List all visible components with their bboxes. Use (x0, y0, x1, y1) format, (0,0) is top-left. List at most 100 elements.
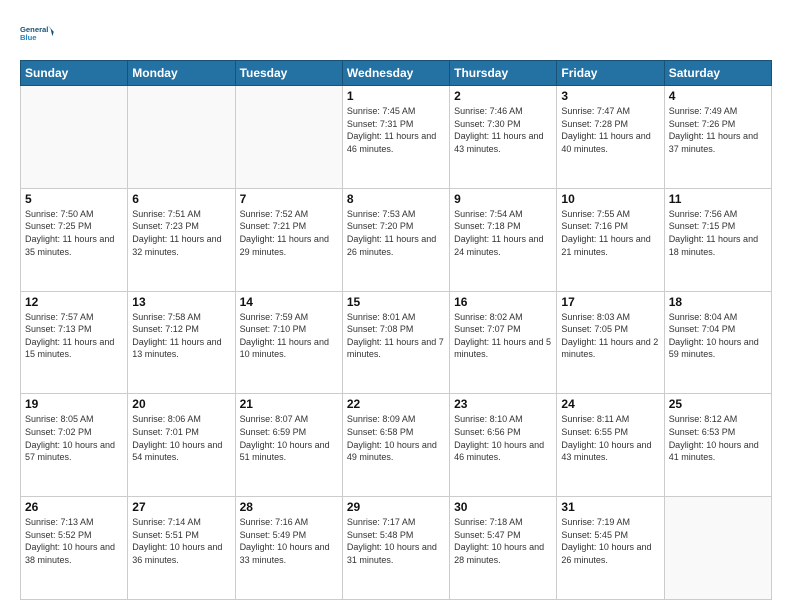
day-cell: 8Sunrise: 7:53 AM Sunset: 7:20 PM Daylig… (342, 188, 449, 291)
day-info: Sunrise: 7:53 AM Sunset: 7:20 PM Dayligh… (347, 208, 445, 258)
day-number: 9 (454, 192, 552, 206)
svg-text:General: General (20, 25, 48, 34)
day-info: Sunrise: 7:16 AM Sunset: 5:49 PM Dayligh… (240, 516, 338, 566)
logo: GeneralBlue (20, 16, 60, 52)
day-cell: 9 Sunrise: 7:54 AM Sunset: 7:18 PM Daylig… (450, 188, 557, 291)
day-number: 11 (669, 192, 767, 206)
weekday-header-monday: Monday (128, 61, 235, 86)
day-cell (664, 497, 771, 600)
day-cell: 15 Sunrise: 8:01 AM Sunset: 7:08 PM Dayli… (342, 291, 449, 394)
day-info: Sunrise: 8:02 AM Sunset: 7:07 PM Dayligh… (454, 311, 552, 361)
weekday-header-saturday: Saturday (664, 61, 771, 86)
day-cell: 24 Sunrise: 8:11 AM Sunset: 6:55 PM Dayli… (557, 394, 664, 497)
weekday-header-tuesday: Tuesday (235, 61, 342, 86)
day-cell: 28 Sunrise: 7:16 AM Sunset: 5:49 PM Dayli… (235, 497, 342, 600)
day-number: 13 (132, 295, 230, 309)
day-cell (21, 86, 128, 189)
day-info: Sunrise: 7:59 AM Sunset: 7:10 PM Dayligh… (240, 311, 338, 361)
day-number: 2 (454, 89, 552, 103)
day-number: 23 (454, 397, 552, 411)
day-info: Sunrise: 7:51 AM Sunset: 7:23 PM Dayligh… (132, 208, 230, 258)
day-cell: 1 Sunrise: 7:45 AM Sunset: 7:31 PM Daylig… (342, 86, 449, 189)
day-info: Sunrise: 8:01 AM Sunset: 7:08 PM Dayligh… (347, 311, 445, 361)
day-number: 29 (347, 500, 445, 514)
day-info: Sunrise: 7:47 AM Sunset: 7:28 PM Dayligh… (561, 105, 659, 155)
day-cell: 16 Sunrise: 8:02 AM Sunset: 7:07 PM Dayli… (450, 291, 557, 394)
calendar-table: SundayMondayTuesdayWednesdayThursdayFrid… (20, 60, 772, 600)
weekday-header-friday: Friday (557, 61, 664, 86)
day-number: 7 (240, 192, 338, 206)
day-number: 28 (240, 500, 338, 514)
day-number: 16 (454, 295, 552, 309)
day-cell: 18Sunrise: 8:04 AM Sunset: 7:04 PM Dayli… (664, 291, 771, 394)
day-number: 3 (561, 89, 659, 103)
day-info: Sunrise: 7:50 AM Sunset: 7:25 PM Dayligh… (25, 208, 123, 258)
day-cell: 21 Sunrise: 8:07 AM Sunset: 6:59 PM Dayli… (235, 394, 342, 497)
day-number: 18 (669, 295, 767, 309)
day-info: Sunrise: 7:45 AM Sunset: 7:31 PM Dayligh… (347, 105, 445, 155)
day-cell: 25 Sunrise: 8:12 AM Sunset: 6:53 PM Dayli… (664, 394, 771, 497)
week-row-3: 19 Sunrise: 8:05 AM Sunset: 7:02 PM Dayli… (21, 394, 772, 497)
day-cell: 14 Sunrise: 7:59 AM Sunset: 7:10 PM Dayli… (235, 291, 342, 394)
day-number: 4 (669, 89, 767, 103)
day-number: 26 (25, 500, 123, 514)
day-number: 30 (454, 500, 552, 514)
day-cell: 22Sunrise: 8:09 AM Sunset: 6:58 PM Dayli… (342, 394, 449, 497)
day-info: Sunrise: 7:58 AM Sunset: 7:12 PM Dayligh… (132, 311, 230, 361)
day-cell: 10Sunrise: 7:55 AM Sunset: 7:16 PM Dayli… (557, 188, 664, 291)
day-number: 25 (669, 397, 767, 411)
day-info: Sunrise: 7:49 AM Sunset: 7:26 PM Dayligh… (669, 105, 767, 155)
day-info: Sunrise: 7:57 AM Sunset: 7:13 PM Dayligh… (25, 311, 123, 361)
day-info: Sunrise: 7:56 AM Sunset: 7:15 PM Dayligh… (669, 208, 767, 258)
day-number: 22 (347, 397, 445, 411)
day-cell (235, 86, 342, 189)
day-number: 1 (347, 89, 445, 103)
day-cell: 12 Sunrise: 7:57 AM Sunset: 7:13 PM Dayli… (21, 291, 128, 394)
svg-text:Blue: Blue (20, 33, 37, 42)
day-number: 14 (240, 295, 338, 309)
weekday-header-thursday: Thursday (450, 61, 557, 86)
day-number: 15 (347, 295, 445, 309)
day-info: Sunrise: 7:18 AM Sunset: 5:47 PM Dayligh… (454, 516, 552, 566)
weekday-header-wednesday: Wednesday (342, 61, 449, 86)
day-info: Sunrise: 7:13 AM Sunset: 5:52 PM Dayligh… (25, 516, 123, 566)
day-info: Sunrise: 8:05 AM Sunset: 7:02 PM Dayligh… (25, 413, 123, 463)
day-cell: 5 Sunrise: 7:50 AM Sunset: 7:25 PM Daylig… (21, 188, 128, 291)
day-cell: 29 Sunrise: 7:17 AM Sunset: 5:48 PM Dayli… (342, 497, 449, 600)
day-info: Sunrise: 8:07 AM Sunset: 6:59 PM Dayligh… (240, 413, 338, 463)
day-cell: 11 Sunrise: 7:56 AM Sunset: 7:15 PM Dayli… (664, 188, 771, 291)
day-info: Sunrise: 7:17 AM Sunset: 5:48 PM Dayligh… (347, 516, 445, 566)
day-info: Sunrise: 7:52 AM Sunset: 7:21 PM Dayligh… (240, 208, 338, 258)
day-info: Sunrise: 8:11 AM Sunset: 6:55 PM Dayligh… (561, 413, 659, 463)
day-info: Sunrise: 7:14 AM Sunset: 5:51 PM Dayligh… (132, 516, 230, 566)
day-cell: 31 Sunrise: 7:19 AM Sunset: 5:45 PM Dayli… (557, 497, 664, 600)
week-row-0: 1 Sunrise: 7:45 AM Sunset: 7:31 PM Daylig… (21, 86, 772, 189)
header: GeneralBlue (20, 16, 772, 52)
page: GeneralBlue SundayMondayTuesdayWednesday… (0, 0, 792, 612)
day-cell: 23 Sunrise: 8:10 AM Sunset: 6:56 PM Dayli… (450, 394, 557, 497)
day-number: 24 (561, 397, 659, 411)
day-info: Sunrise: 7:54 AM Sunset: 7:18 PM Dayligh… (454, 208, 552, 258)
day-info: Sunrise: 8:12 AM Sunset: 6:53 PM Dayligh… (669, 413, 767, 463)
day-cell: 2Sunrise: 7:46 AM Sunset: 7:30 PM Daylig… (450, 86, 557, 189)
day-number: 5 (25, 192, 123, 206)
day-number: 21 (240, 397, 338, 411)
day-cell: 4 Sunrise: 7:49 AM Sunset: 7:26 PM Daylig… (664, 86, 771, 189)
week-row-4: 26 Sunrise: 7:13 AM Sunset: 5:52 PM Dayli… (21, 497, 772, 600)
day-number: 12 (25, 295, 123, 309)
day-cell: 19 Sunrise: 8:05 AM Sunset: 7:02 PM Dayli… (21, 394, 128, 497)
day-number: 20 (132, 397, 230, 411)
day-info: Sunrise: 8:06 AM Sunset: 7:01 PM Dayligh… (132, 413, 230, 463)
day-cell: 27 Sunrise: 7:14 AM Sunset: 5:51 PM Dayli… (128, 497, 235, 600)
day-info: Sunrise: 8:10 AM Sunset: 6:56 PM Dayligh… (454, 413, 552, 463)
day-number: 27 (132, 500, 230, 514)
day-number: 19 (25, 397, 123, 411)
week-row-2: 12 Sunrise: 7:57 AM Sunset: 7:13 PM Dayli… (21, 291, 772, 394)
day-number: 31 (561, 500, 659, 514)
week-row-1: 5 Sunrise: 7:50 AM Sunset: 7:25 PM Daylig… (21, 188, 772, 291)
day-cell: 20 Sunrise: 8:06 AM Sunset: 7:01 PM Dayli… (128, 394, 235, 497)
weekday-header-row: SundayMondayTuesdayWednesdayThursdayFrid… (21, 61, 772, 86)
day-cell: 13 Sunrise: 7:58 AM Sunset: 7:12 PM Dayli… (128, 291, 235, 394)
day-number: 6 (132, 192, 230, 206)
day-info: Sunrise: 7:19 AM Sunset: 5:45 PM Dayligh… (561, 516, 659, 566)
